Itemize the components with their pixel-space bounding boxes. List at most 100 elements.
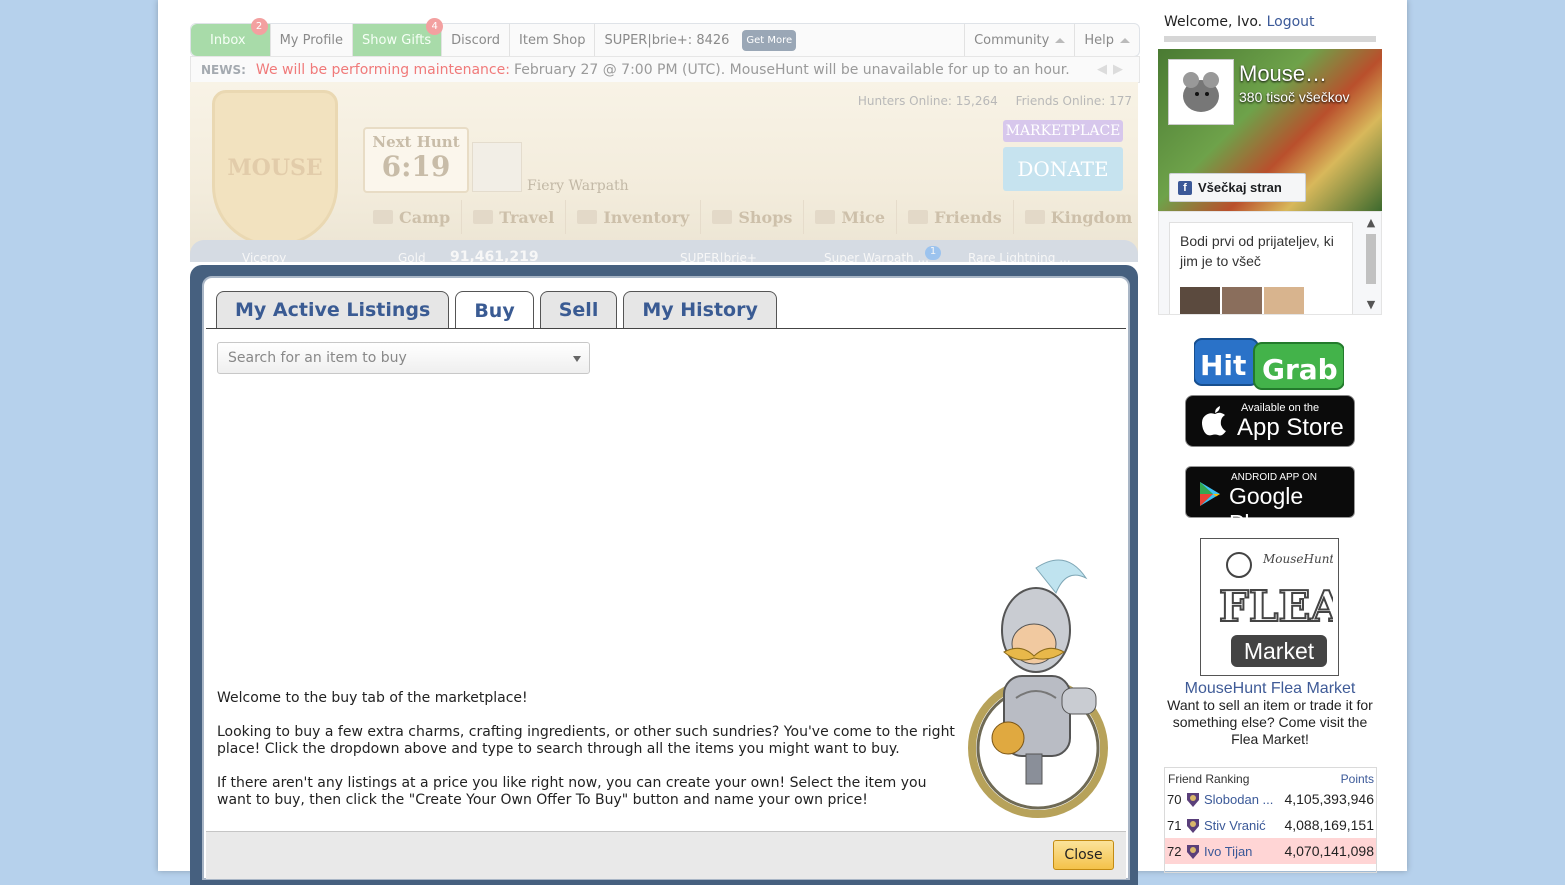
menu-travel[interactable]: Travel [462,200,567,234]
svg-text:Hit: Hit [1200,349,1246,382]
gifts-label: Show Gifts [362,32,432,48]
friend-avatar[interactable] [1222,287,1262,314]
apple-icon [1202,406,1226,436]
marketplace-panel: My Active Listings Buy Sell My History S… [202,276,1130,880]
menu-friends[interactable]: Friends [897,200,1014,234]
fb-friends-card: Bodi prvi od prijateljev, ki jim je to v… [1169,222,1353,314]
menu-camp[interactable]: Camp [362,200,463,234]
help-menu[interactable]: Help [1075,24,1139,56]
top-nav: Inbox 2 My Profile Show Gifts 4 Discord … [190,18,1140,57]
hitgrab-logo[interactable]: Hit Grab [1193,337,1345,393]
intro-line-2: Looking to buy a few extra charms, craft… [217,724,955,757]
flea-logo-word: FLEA [1219,582,1333,631]
superbrie-item[interactable]: SUPER|brie+ [680,251,757,262]
dropdown-arrow-icon [573,356,581,362]
sidebar-divider [1164,36,1376,42]
google-play-badge[interactable]: ANDROID APP ON Google Play [1185,466,1355,536]
location-thumbnail[interactable] [472,142,522,192]
arrow-right-icon[interactable]: ▶ [1113,62,1129,77]
hud: Hunters Online: 15,264 Friends Online: 1… [190,82,1138,262]
hud-status-bar: Viceroy Gold 91,461,219 SUPER|brie+ Supe… [190,240,1138,262]
community-menu[interactable]: Community [964,24,1076,56]
tab-divider [206,328,1126,329]
friend-avatar[interactable] [1264,287,1304,314]
search-placeholder: Search for an item to buy [228,350,407,366]
base-name[interactable]: Rare Lightning ... [968,251,1071,262]
online-stats: Hunters Online: 15,264 Friends Online: 1… [844,94,1132,108]
mouse-icon [815,210,836,224]
tab-my-active-listings[interactable]: My Active Listings [216,291,450,328]
ranking-name[interactable]: Ivo Tijan [1204,844,1274,859]
hunters-online: Hunters Online: 15,264 [857,94,998,108]
menu-kingdom-label: Kingdom [1050,207,1133,227]
rank-title[interactable]: Viceroy [242,251,286,262]
tab-my-history[interactable]: My History [623,291,777,328]
inbox-label: Inbox [210,32,246,48]
get-more-button[interactable]: Get More [742,29,797,51]
coins-icon [712,210,733,224]
gold-label: Gold [398,251,426,262]
news-label: NEWS: [201,62,246,77]
arrow-left-icon[interactable]: ◀ [1097,62,1113,77]
main-menu: Camp Travel Inventory Shops Mice Friends… [362,200,1132,234]
facebook-page-widget[interactable]: Mouse… 380 tisoč všečkov f Všečkaj stran [1158,49,1382,211]
menu-friends-label: Friends [934,207,1002,227]
fb-likes-count: 380 tisoč všečkov [1239,89,1350,105]
caret-up-icon [1055,37,1066,43]
ranking-name[interactable]: Stiv Vranić [1204,818,1274,833]
flea-market-logo[interactable]: MouseHunt FLEA Market [1200,538,1339,676]
flea-logo-text: MouseHunt [1262,552,1333,566]
news-text: February 27 @ 7:00 PM (UTC). MouseHunt w… [513,61,1070,78]
logout-link[interactable]: Logout [1267,14,1315,30]
scroll-up-icon[interactable]: ▲ [1363,216,1379,229]
flea-market-title[interactable]: MouseHunt Flea Market [1157,680,1383,698]
close-button[interactable]: Close [1053,840,1114,870]
ranking-name[interactable]: Slobodan ... [1204,792,1274,807]
show-gifts-button[interactable]: Show Gifts 4 [353,18,444,56]
buy-tab-intro: Welcome to the buy tab of the marketplac… [217,690,955,826]
facebook-icon: f [1178,180,1192,195]
scroll-down-icon[interactable]: ▼ [1363,298,1379,311]
menu-inventory[interactable]: Inventory [566,200,702,234]
google-play-icon [1200,482,1220,506]
app-store-badge[interactable]: Available on the App Store [1185,395,1355,447]
mousehunt-crest-logo[interactable]: MOUSE [212,90,338,246]
friends-online[interactable]: Friends Online: 177 [1016,94,1132,108]
knight-mascot-image [966,548,1126,818]
svg-text:Grab: Grab [1262,353,1338,386]
rank-badge-icon [1187,793,1199,807]
menu-mice-label: Mice [841,207,886,227]
inbox-button[interactable]: Inbox 2 [191,18,271,56]
page: Inbox 2 My Profile Show Gifts 4 Discord … [158,0,1407,885]
tab-buy[interactable]: Buy [455,291,534,329]
ranking-points-header[interactable]: Points [1341,772,1374,786]
my-profile-link[interactable]: My Profile [271,24,354,56]
item-search-dropdown[interactable]: Search for an item to buy [217,342,590,374]
menu-kingdom[interactable]: Kingdom [1014,200,1138,234]
tent-icon [373,210,393,224]
news-arrows[interactable]: ◀▶ [1097,62,1129,77]
ranking-title: Friend Ranking [1168,772,1250,786]
location-name: Fiery Warpath [527,178,629,194]
marketplace-button[interactable]: MARKETPLACE [1003,120,1123,142]
castle-icon [1024,210,1045,224]
fb-scrollbar[interactable]: ▲ ▼ [1363,216,1379,312]
donate-button[interactable]: DONATE [1003,147,1123,191]
fb-page-avatar[interactable] [1168,59,1234,125]
gifts-count-badge: 4 [426,18,444,35]
friend-avatar[interactable] [1180,287,1220,314]
item-shop-link[interactable]: Item Shop [510,24,596,56]
fb-like-page-button[interactable]: f Všečkaj stran [1169,173,1306,202]
menu-shops[interactable]: Shops [701,200,805,234]
intro-line-3: If there aren't any listings at a price … [217,775,927,808]
menu-mice[interactable]: Mice [804,200,898,234]
news-alert[interactable]: We will be performing maintenance: [256,62,510,78]
fb-page-name[interactable]: Mouse… [1239,61,1327,87]
fb-like-label: Všečkaj stran [1198,180,1282,195]
scrollbar-thumb[interactable] [1366,234,1376,284]
tab-sell[interactable]: Sell [539,291,618,328]
right-sidebar: Welcome, Ivo. Logout Mouse… 380 tisoč vš… [1157,0,1383,873]
weapon-name[interactable]: Super Warpath ... [824,251,929,262]
menu-inventory-label: Inventory [603,207,690,227]
discord-link[interactable]: Discord [442,24,511,56]
